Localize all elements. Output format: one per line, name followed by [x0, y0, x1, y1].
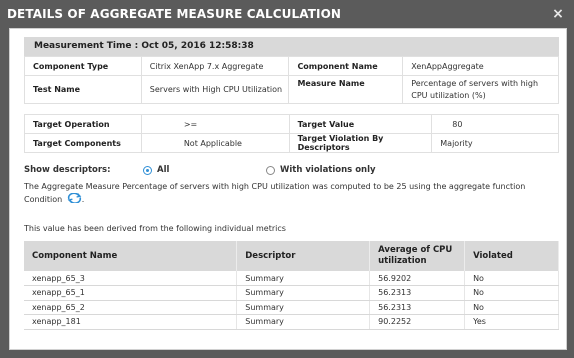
metrics-table: Component Name Descriptor Average of CPU… — [24, 241, 559, 330]
column-header: Component Name — [24, 241, 238, 271]
target-value: 80 — [431, 114, 559, 134]
column-header: Violated — [464, 241, 559, 271]
info-key: Component Type — [24, 56, 142, 76]
target-value: >= — [140, 114, 290, 134]
cell-violated: No — [464, 300, 559, 315]
info-value: Servers with High CPU Utilization — [140, 75, 290, 104]
cell-descriptor: Summary — [236, 271, 371, 286]
cell-violated: No — [464, 285, 559, 301]
summary-text: The Aggregate Measure Percentage of serv… — [24, 180, 559, 206]
cell-violated: No — [464, 271, 559, 286]
target-table: Target Operation >= Target Value 80 Targ… — [24, 114, 559, 153]
cell-component: xenapp_181 — [24, 314, 238, 330]
info-value: Citrix XenApp 7.x Aggregate — [140, 56, 290, 76]
target-key: Target Operation — [24, 114, 142, 134]
info-key: Test Name — [24, 75, 142, 104]
table-row: xenapp_181 Summary 90.2252 Yes — [24, 314, 559, 330]
target-key: Target Value — [288, 114, 433, 134]
aggregate-details-dialog: DETAILS OF AGGREGATE MEASURE CALCULATION… — [0, 0, 574, 358]
cell-violated: Yes — [464, 314, 559, 330]
dialog-title: DETAILS OF AGGREGATE MEASURE CALCULATION — [7, 7, 342, 21]
cell-value: 56.9202 — [369, 271, 466, 286]
target-row: Target Components Not Applicable Target … — [24, 133, 559, 153]
summary-sentence: The Aggregate Measure Percentage of serv… — [24, 182, 526, 191]
details-panel: Measurement Time : Oct 05, 2016 12:58:38… — [9, 28, 567, 350]
radio-unselected-icon[interactable] — [266, 165, 275, 175]
target-value: Not Applicable — [140, 133, 290, 153]
target-value: Majority — [431, 133, 559, 153]
cell-component: xenapp_65_2 — [24, 300, 238, 315]
table-row: xenapp_65_3 Summary 56.9202 No — [24, 271, 559, 286]
info-row: Component Type Citrix XenApp 7.x Aggrega… — [24, 56, 559, 76]
table-row: xenapp_65_2 Summary 56.2313 No — [24, 300, 559, 315]
target-row: Target Operation >= Target Value 80 — [24, 114, 559, 134]
radio-selected-icon[interactable] — [143, 165, 152, 175]
refresh-cycle-icon[interactable] — [67, 192, 82, 206]
measurement-time: Measurement Time : Oct 05, 2016 12:58:38 — [24, 37, 559, 56]
cell-descriptor: Summary — [236, 285, 371, 301]
derived-text: This value has been derived from the fol… — [24, 224, 286, 233]
radio-violations-label: With violations only — [280, 165, 376, 175]
info-key: Measure Name — [288, 75, 404, 104]
radio-all[interactable]: All — [143, 165, 266, 175]
refresh-cycle-icon-svg — [67, 192, 82, 204]
info-value: XenAppAggregate — [402, 56, 559, 76]
descriptor-filter: Show descriptors: All With violations on… — [24, 163, 559, 177]
cell-value: 56.2313 — [369, 285, 466, 301]
radio-violations-only[interactable]: With violations only — [266, 165, 376, 175]
cell-component: xenapp_65_3 — [24, 271, 238, 286]
info-row: Test Name Servers with High CPU Utilizat… — [24, 75, 559, 104]
cell-value: 90.2252 — [369, 314, 466, 330]
cell-descriptor: Summary — [236, 314, 371, 330]
column-header: Average of CPU utilization — [369, 241, 466, 271]
show-descriptors-label: Show descriptors: — [24, 165, 111, 175]
condition-suffix: . — [81, 195, 85, 204]
cell-value: 56.2313 — [369, 300, 466, 315]
info-key: Component Name — [288, 56, 404, 76]
table-row: xenapp_65_1 Summary 56.2313 No — [24, 285, 559, 301]
metrics-header-row: Component Name Descriptor Average of CPU… — [24, 241, 559, 271]
radio-all-label: All — [157, 165, 170, 175]
target-key: Target Components — [24, 133, 142, 153]
info-value: Percentage of servers with high CPU util… — [402, 75, 559, 104]
dialog-titlebar: DETAILS OF AGGREGATE MEASURE CALCULATION… — [0, 0, 574, 28]
condition-label: Condition — [24, 195, 63, 204]
close-icon[interactable]: × — [550, 7, 566, 21]
info-table: Component Type Citrix XenApp 7.x Aggrega… — [24, 56, 559, 104]
cell-component: xenapp_65_1 — [24, 285, 238, 301]
cell-descriptor: Summary — [236, 300, 371, 315]
column-header: Descriptor — [236, 241, 371, 271]
target-key: Target Violation By Descriptors — [288, 133, 433, 153]
